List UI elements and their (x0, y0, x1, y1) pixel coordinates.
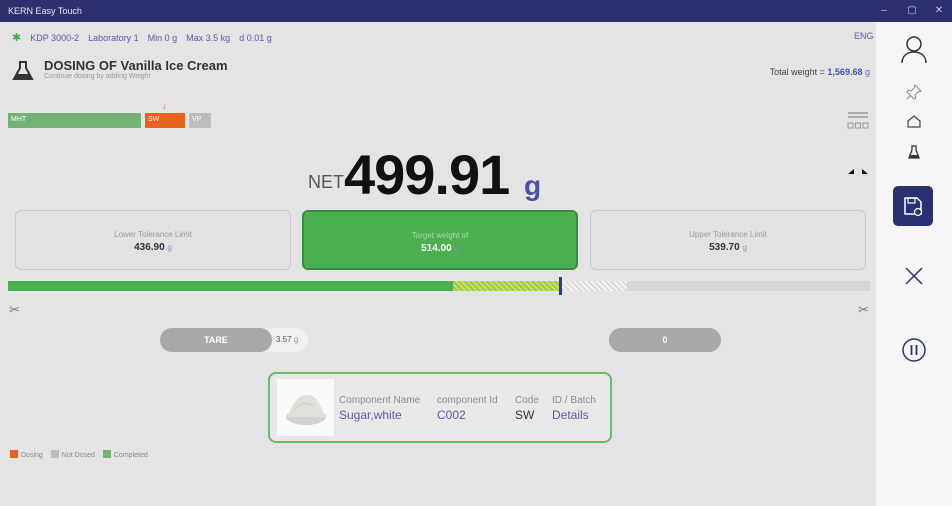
maximize-button[interactable]: ▢ (901, 3, 923, 19)
upper-tolerance-box: Upper Tolerance Limit 539.70 g (590, 210, 866, 270)
dosing-title: DOSING OF Vanilla Ice Cream (44, 58, 228, 73)
component-name-value: Sugar,white (339, 408, 402, 422)
component-code-header: Code (515, 395, 539, 406)
title-bar: KERN Easy Touch – ▢ ✕ (0, 0, 952, 22)
component-name-col: Component Name Sugar,white (339, 395, 420, 422)
dosing-subtitle: Continue dosing by adding Weight (44, 73, 151, 80)
component-id-header: component Id (437, 395, 498, 406)
flask-nav-icon[interactable] (876, 145, 952, 164)
legend-not-dosed: Not Dosed (50, 450, 95, 459)
language-selector[interactable]: ENG (854, 31, 874, 41)
legend-completed: Completed (102, 450, 148, 459)
close-icon[interactable] (876, 264, 952, 293)
zero-button[interactable]: 0 (609, 328, 721, 352)
progress-fill-upper (559, 281, 627, 291)
component-batch-header: ID / Batch (552, 395, 596, 406)
home-icon[interactable] (876, 114, 952, 133)
min-capacity: Min 0 g (147, 32, 178, 43)
device-info-bar: ✱ KDP 3000-2 Laboratory 1 Min 0 g Max 3.… (12, 31, 272, 44)
window-close-button[interactable]: ✕ (928, 3, 950, 19)
total-weight-label: Total weight = (769, 67, 825, 77)
target-weight-box: Target weight of 514.00 g (302, 210, 578, 270)
lower-tolerance-value: 436.90 g (134, 242, 172, 253)
component-name-header: Component Name (339, 395, 421, 406)
target-weight-value: 514.00 g (421, 243, 459, 254)
component-batch-col: ID / Batch Details (552, 395, 596, 422)
current-step-arrow-icon: ↓ (162, 101, 167, 111)
component-code-value: SW (515, 408, 535, 422)
collapse-icon[interactable] (848, 162, 868, 180)
component-details-link[interactable]: Details (552, 408, 596, 422)
segment-mht: MHT (8, 113, 141, 128)
main-panel: ✱ KDP 3000-2 Laboratory 1 Min 0 g Max 3.… (0, 22, 876, 506)
save-icon (904, 197, 923, 217)
component-image (277, 379, 334, 436)
bluetooth-icon: ✱ (12, 32, 22, 44)
pin-icon[interactable] (876, 84, 952, 105)
save-button[interactable] (893, 186, 933, 226)
segment-sw: SW (145, 113, 185, 128)
readability: d 0.01 g (239, 32, 272, 43)
max-capacity: Max 3.5 kg (186, 32, 231, 43)
layout-toggle-icon[interactable] (847, 110, 869, 137)
lower-tolerance-box: Lower Tolerance Limit 436.90 g (15, 210, 291, 270)
scissors-left-icon[interactable]: ✂ (9, 302, 20, 318)
device-name: KDP 3000-2 (30, 32, 80, 43)
dosing-progress-bar (8, 277, 870, 295)
pause-icon[interactable] (876, 337, 952, 368)
lower-tolerance-label: Lower Tolerance Limit (114, 230, 192, 239)
tare-button[interactable]: TARE (160, 328, 272, 352)
scissors-right-icon[interactable]: ✂ (858, 302, 869, 318)
lab-name: Laboratory 1 (88, 32, 139, 43)
component-id-col: component Id C002 (437, 395, 498, 422)
app-title: KERN Easy Touch (8, 6, 82, 16)
progress-fill-completed (8, 281, 453, 291)
total-weight-value: 1,569.68 (827, 67, 863, 77)
net-weight-value: 499.91 (344, 143, 510, 206)
segment-vp: VP (189, 113, 211, 128)
net-label: NET (308, 172, 344, 192)
component-id-value: C002 (437, 408, 466, 422)
user-icon[interactable] (876, 34, 952, 69)
upper-tolerance-value: 539.70 g (709, 242, 747, 253)
legend: Dosing Not Dosed Completed (10, 450, 148, 459)
minimize-button[interactable]: – (873, 3, 895, 19)
total-weight-unit: g (864, 67, 870, 77)
net-weight-unit: g (524, 170, 542, 201)
target-weight-label: Target weight of (411, 231, 469, 240)
progress-fill-tolerance (452, 281, 560, 291)
progress-target-marker (558, 277, 562, 295)
flask-icon (12, 60, 34, 87)
component-card[interactable]: Component Name Sugar,white component Id … (268, 372, 612, 443)
upper-tolerance-label: Upper Tolerance Limit (689, 230, 767, 239)
legend-dosing: Dosing (10, 450, 43, 459)
total-weight: Total weight = 1,569.68 g (770, 67, 870, 77)
component-code-col: Code SW (515, 395, 539, 422)
